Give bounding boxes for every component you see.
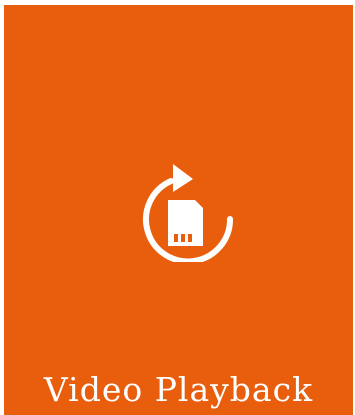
video-playback-tile[interactable]: Video Playback [4, 5, 353, 415]
tile-label: Video Playback [43, 370, 314, 409]
sd-card-refresh-icon [133, 158, 237, 262]
